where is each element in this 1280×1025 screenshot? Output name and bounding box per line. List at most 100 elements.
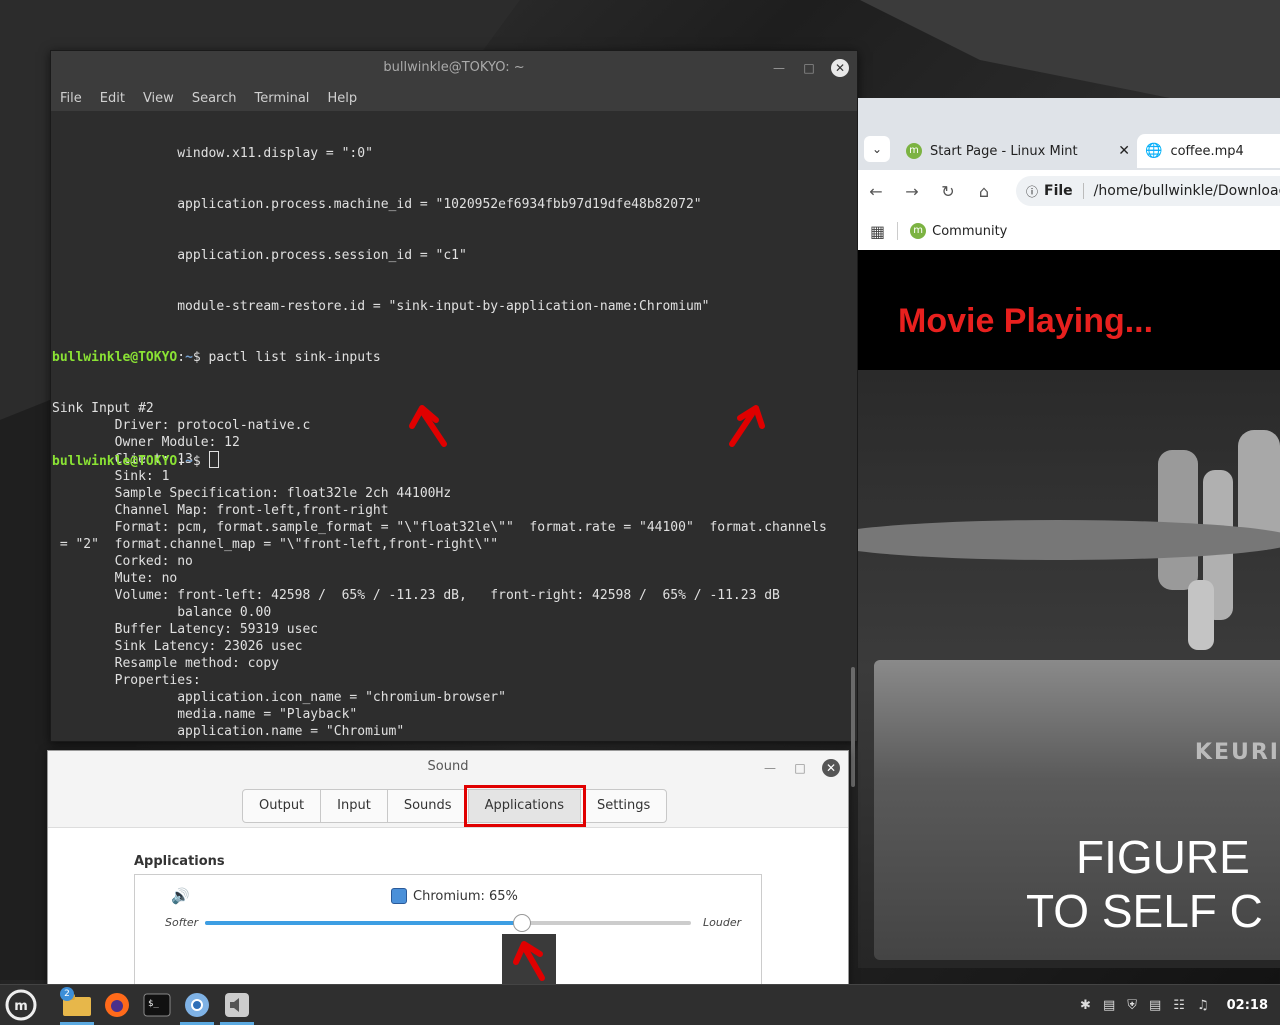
- prompt-path: ~: [185, 350, 193, 365]
- menu-edit[interactable]: Edit: [100, 91, 125, 106]
- menu-file[interactable]: File: [60, 91, 82, 106]
- browser-window[interactable]: ⌄ m Start Page - Linux Mint ✕ 🌐 coffee.m…: [858, 98, 1280, 968]
- terminal-menubar: File Edit View Search Terminal Help: [51, 85, 857, 111]
- menu-button[interactable]: m: [4, 989, 38, 1021]
- video-brand-text: KEURI: [1194, 740, 1280, 765]
- close-icon[interactable]: ✕: [831, 59, 849, 77]
- sound-settings-icon: [225, 993, 249, 1017]
- bookmark-community[interactable]: Community: [932, 224, 1007, 239]
- notes-icon[interactable]: ▤: [1149, 998, 1161, 1013]
- taskbar-files[interactable]: 2: [60, 987, 94, 1025]
- terminal-line: = "2" format.channel_map = "\"front-left…: [52, 537, 499, 552]
- annotation-arrow-slider-bg: [502, 934, 556, 988]
- terminal-scrollbar[interactable]: [851, 667, 855, 787]
- firefox-icon: [105, 993, 129, 1017]
- taskbar: m 2 $_ ✱ ▤ ⛨ ▤ ☷ ♫ 02:18: [0, 984, 1280, 1025]
- taskbar-terminal[interactable]: $_: [140, 989, 174, 1021]
- terminal-line: application.name = "Chromium": [52, 724, 405, 739]
- prompt-dollar: $: [192, 350, 209, 365]
- divider: [897, 222, 899, 240]
- back-arrow-icon[interactable]: ←: [858, 182, 894, 201]
- apps-grid-icon[interactable]: ▦: [870, 222, 885, 241]
- bluetooth-icon[interactable]: ✱: [1080, 998, 1091, 1013]
- sound-titlebar[interactable]: Sound — □ ✕: [48, 751, 848, 783]
- terminal-prompt-line: bullwinkle@TOKYO:~$: [52, 451, 847, 469]
- terminal-line: balance 0.00: [52, 605, 272, 620]
- terminal-titlebar[interactable]: bullwinkle@TOKYO: ~ — □ ✕: [51, 51, 857, 85]
- terminal-line: Resample method: copy: [52, 656, 279, 671]
- prompt-dollar: $: [192, 454, 209, 469]
- tab-coffee-video[interactable]: 🌐 coffee.mp4: [1137, 134, 1280, 168]
- browser-toolbar: ← → ↻ ⌂ ⓘ File /home/bullwinkle/Download…: [858, 170, 1280, 212]
- menu-terminal[interactable]: Terminal: [254, 91, 309, 106]
- video-caption-line2: TO SELF C: [1026, 885, 1263, 937]
- linux-mint-icon: m: [910, 223, 927, 239]
- close-icon[interactable]: ✕: [822, 759, 840, 777]
- taskbar-firefox[interactable]: [100, 989, 134, 1021]
- terminal-line: media.name = "Playback": [52, 707, 358, 722]
- volume-slider[interactable]: [205, 914, 691, 932]
- annotation-arrow-slider: [513, 941, 545, 981]
- sound-settings-window[interactable]: Sound — □ ✕ Output Input Sounds Applicat…: [47, 750, 849, 992]
- menu-help[interactable]: Help: [327, 91, 357, 106]
- terminal-title: bullwinkle@TOKYO: ~: [383, 60, 525, 75]
- system-tray: ✱ ▤ ⛨ ▤ ☷ ♫ 02:18: [1080, 985, 1268, 1025]
- tab-sounds[interactable]: Sounds: [388, 790, 469, 822]
- address-bar[interactable]: ⓘ File /home/bullwinkle/Downloads/c: [1016, 176, 1280, 206]
- volume-icon[interactable]: ♫: [1197, 998, 1209, 1013]
- speaker-icon[interactable]: 🔊: [171, 887, 190, 905]
- softer-label: Softer: [165, 916, 199, 929]
- shield-icon[interactable]: ⛨: [1127, 998, 1137, 1013]
- terminal-line: Format: pcm, format.sample_format = "\"f…: [52, 520, 827, 535]
- maximize-icon[interactable]: □: [801, 51, 817, 85]
- network-icon[interactable]: ☷: [1173, 998, 1185, 1013]
- reload-icon[interactable]: ↻: [930, 182, 966, 201]
- applications-heading: Applications: [134, 854, 225, 869]
- tab-input[interactable]: Input: [321, 790, 388, 822]
- prompt-user: bullwinkle@TOKYO: [52, 350, 178, 365]
- close-icon[interactable]: ✕: [1118, 143, 1130, 159]
- maximize-icon[interactable]: □: [792, 752, 808, 784]
- video-player[interactable]: Movie Playing... KEURI FIGURE TO SELF C: [858, 250, 1280, 968]
- tab-output[interactable]: Output: [243, 790, 322, 822]
- tab-applications[interactable]: Applications: [463, 785, 587, 827]
- tab-label: coffee.mp4: [1170, 143, 1244, 159]
- clock[interactable]: 02:18: [1227, 998, 1268, 1013]
- url-scheme-label: File: [1044, 183, 1084, 199]
- clipboard-icon[interactable]: ▤: [1103, 998, 1115, 1013]
- terminal-line: module-stream-restore.id = "sink-input-b…: [52, 299, 710, 314]
- louder-label: Louder: [703, 916, 742, 929]
- menu-search[interactable]: Search: [192, 91, 237, 106]
- terminal-window[interactable]: bullwinkle@TOKYO: ~ — □ ✕ File Edit View…: [50, 50, 858, 787]
- menu-view[interactable]: View: [143, 91, 174, 106]
- application-volume-panel: 🔊 Chromium: 65% Softer Louder: [134, 874, 762, 991]
- minimize-icon[interactable]: —: [771, 51, 787, 85]
- terminal-line: application.process.machine_id = "102095…: [52, 197, 702, 212]
- terminal-icon: $_: [143, 993, 171, 1017]
- tab-settings[interactable]: Settings: [581, 790, 666, 822]
- chromium-icon: [391, 888, 407, 904]
- sound-title: Sound: [427, 759, 469, 774]
- chromium-icon: [185, 993, 209, 1017]
- tab-search-dropdown-icon[interactable]: ⌄: [864, 136, 890, 162]
- video-caption-line1: FIGURE: [1076, 831, 1250, 883]
- volume-fill: [205, 921, 521, 925]
- forward-arrow-icon[interactable]: →: [894, 182, 930, 201]
- home-icon[interactable]: ⌂: [966, 182, 1002, 201]
- terminal-line: Channel Map: front-left,front-right: [52, 503, 389, 518]
- tab-start-page[interactable]: m Start Page - Linux Mint ✕: [898, 134, 1144, 168]
- volume-slider-handle[interactable]: [512, 914, 531, 932]
- annotation-arrow-right: [729, 405, 765, 447]
- terminal-line: application.process.session_id = "c1": [52, 248, 467, 263]
- minimize-icon[interactable]: —: [762, 752, 778, 784]
- svg-text:m: m: [14, 999, 28, 1014]
- terminal-line: Corked: no: [52, 554, 193, 569]
- info-icon[interactable]: ⓘ: [1026, 183, 1038, 200]
- taskbar-chromium[interactable]: [180, 989, 214, 1025]
- taskbar-sound[interactable]: [220, 989, 254, 1025]
- terminal-cursor: [208, 451, 219, 468]
- annotation-arrow-left: [409, 405, 447, 447]
- terminal-line: window.x11.display = ":0": [52, 146, 373, 161]
- url-text: /home/bullwinkle/Downloads/c: [1093, 183, 1280, 199]
- bookmarks-bar: ▦ m Community: [858, 212, 1280, 251]
